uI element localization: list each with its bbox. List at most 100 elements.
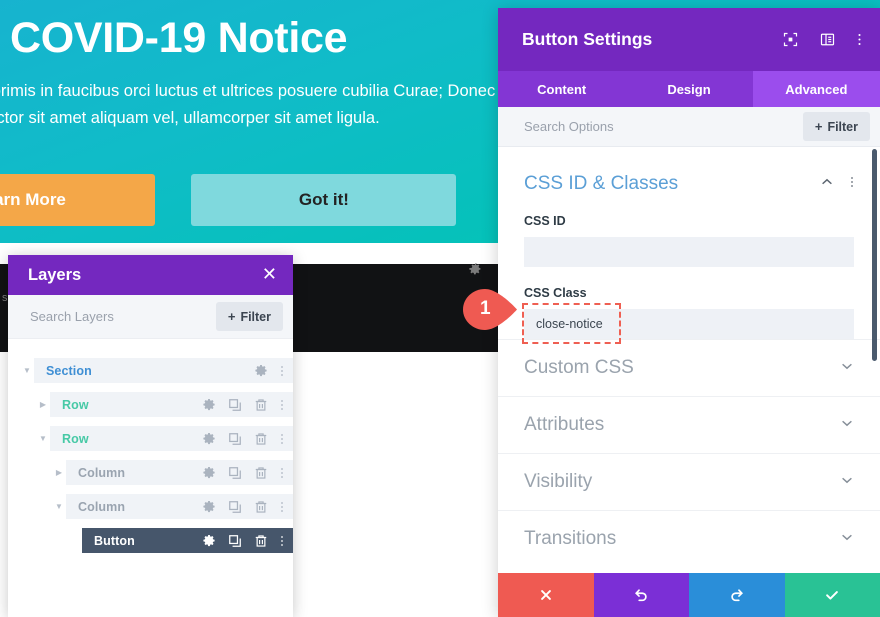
redo-button[interactable] [689, 573, 785, 617]
cancel-button[interactable] [498, 573, 594, 617]
undo-button[interactable] [593, 573, 689, 617]
chevron-down-icon[interactable] [840, 473, 854, 492]
gear-icon[interactable] [254, 364, 268, 378]
focus-icon[interactable] [783, 32, 798, 47]
close-icon[interactable]: ✕ [262, 266, 277, 284]
layer-label: Button [94, 533, 135, 548]
layers-panel-header: Layers ✕ [8, 255, 293, 295]
gear-icon[interactable] [468, 262, 484, 278]
field-css-id: CSS ID [524, 214, 854, 267]
field-label: CSS ID [524, 214, 566, 228]
hero-body-text: n primis in faucibus orci luctus et ultr… [0, 82, 514, 127]
group-title: Transitions [524, 528, 617, 549]
duplicate-icon[interactable] [228, 534, 242, 548]
group-transitions[interactable]: Transitions [498, 510, 880, 567]
layout-icon[interactable] [820, 32, 835, 47]
dots-icon[interactable] [280, 466, 284, 480]
gear-icon[interactable] [202, 500, 216, 514]
tab-label: Advanced [785, 81, 848, 97]
chevron-down-icon[interactable]: ▼ [52, 502, 66, 511]
layer-row-actions [254, 364, 284, 378]
group-title: CSS ID & Classes [524, 173, 679, 194]
dots-icon[interactable] [280, 534, 284, 548]
layer-row-column-3[interactable]: ▶ Column [8, 460, 293, 485]
dots-icon[interactable] [280, 398, 284, 412]
group-title: Visibility [524, 471, 593, 492]
gear-icon[interactable] [202, 398, 216, 412]
layers-panel-title: Layers [28, 265, 82, 284]
layer-label: Row [62, 397, 89, 412]
dots-icon[interactable] [280, 364, 284, 378]
group-header[interactable]: CSS ID & Classes [524, 173, 854, 195]
layer-row-row-2[interactable]: ▼ Row [8, 426, 293, 451]
got-it-button[interactable]: Got it! [191, 174, 457, 226]
collapsed-groups-list: Custom CSS Attributes Visibility Transition… [498, 339, 880, 567]
tab-advanced[interactable]: Advanced [752, 71, 880, 107]
layer-row-actions [202, 398, 284, 412]
chevron-down-icon[interactable] [840, 359, 854, 378]
group-custom-css[interactable]: Custom CSS [498, 339, 880, 396]
layer-row-button-5[interactable]: Button [8, 528, 293, 553]
group-title: Attributes [524, 414, 605, 435]
settings-scrollbar[interactable] [872, 149, 877, 361]
search-layers-input[interactable] [30, 309, 200, 324]
layer-label: Row [62, 431, 89, 446]
settings-search-bar: + Filter [498, 107, 880, 147]
annotation-pin-1: 1 [463, 289, 518, 330]
layer-row-section-0[interactable]: ▼ Section [8, 358, 293, 383]
settings-scroll-area: CSS ID & Classes CSS ID CSS Class close-… [498, 147, 880, 573]
gear-icon[interactable] [202, 466, 216, 480]
duplicate-icon[interactable] [228, 398, 242, 412]
learn-more-button[interactable]: arn More [0, 174, 155, 226]
annotation-number: 1 [480, 298, 491, 319]
chevron-down-icon[interactable] [840, 530, 854, 549]
trash-icon[interactable] [254, 534, 268, 548]
css-id-input[interactable] [524, 237, 854, 267]
hero-title: COVID-19 Notice [10, 14, 348, 62]
layer-row-row-1[interactable]: ▶ Row [8, 392, 293, 417]
dots-icon[interactable] [850, 175, 854, 194]
screen: COVID-19 Notice n primis in faucibus orc… [0, 0, 880, 617]
tab-label: Design [667, 81, 711, 97]
layer-row-actions [202, 500, 284, 514]
group-controls [820, 175, 854, 194]
save-button[interactable] [784, 573, 880, 617]
settings-filter-button[interactable]: + Filter [802, 112, 870, 141]
dots-icon[interactable] [857, 32, 862, 47]
dots-icon[interactable] [280, 432, 284, 446]
group-attributes[interactable]: Attributes [498, 396, 880, 453]
hero-button-group: arn More Got it! [0, 174, 457, 226]
strip-edge-text: s [2, 292, 8, 304]
layer-row-actions [202, 432, 284, 446]
css-class-input[interactable] [524, 309, 854, 339]
layers-panel: Layers ✕ + Filter ▼ Section ▶ Row ▼ Row ▶ Colum… [8, 255, 293, 617]
layers-tree: ▼ Section ▶ Row ▼ Row ▶ Column ▼ Column Button [8, 339, 293, 553]
duplicate-icon[interactable] [228, 500, 242, 514]
chevron-up-icon[interactable] [820, 175, 834, 194]
trash-icon[interactable] [254, 466, 268, 480]
tab-design[interactable]: Design [625, 71, 752, 107]
trash-icon[interactable] [254, 432, 268, 446]
layer-row-column-4[interactable]: ▼ Column [8, 494, 293, 519]
dots-icon[interactable] [280, 500, 284, 514]
trash-icon[interactable] [254, 500, 268, 514]
chevron-right-icon[interactable]: ▶ [52, 468, 66, 477]
gear-icon[interactable] [202, 432, 216, 446]
tab-content[interactable]: Content [498, 71, 625, 107]
trash-icon[interactable] [254, 398, 268, 412]
field-label: CSS Class [524, 286, 587, 300]
duplicate-icon[interactable] [228, 466, 242, 480]
layers-filter-button[interactable]: + Filter [215, 302, 283, 331]
settings-filter-label: Filter [827, 119, 858, 134]
chevron-down-icon[interactable] [840, 416, 854, 435]
group-css-id-and-classes: CSS ID & Classes CSS ID CSS Class close-… [498, 147, 880, 344]
chevron-down-icon[interactable]: ▼ [20, 366, 34, 375]
chevron-right-icon[interactable]: ▶ [36, 400, 50, 409]
chevron-down-icon[interactable]: ▼ [36, 434, 50, 443]
group-visibility[interactable]: Visibility [498, 453, 880, 510]
search-options-input[interactable] [524, 119, 744, 134]
layer-label: Column [78, 465, 126, 480]
layer-row-actions [202, 466, 284, 480]
gear-icon[interactable] [202, 534, 216, 548]
duplicate-icon[interactable] [228, 432, 242, 446]
